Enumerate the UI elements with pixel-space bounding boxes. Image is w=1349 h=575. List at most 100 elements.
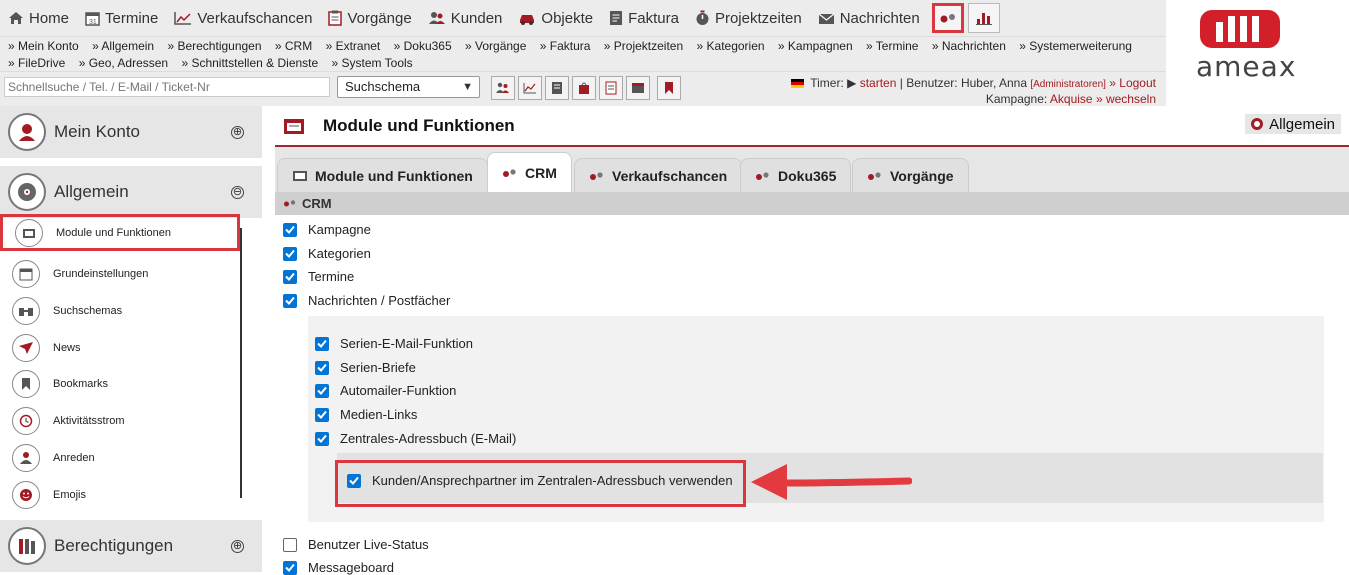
quick-link[interactable]: » Nachrichten [932, 39, 1006, 53]
checkbox-kategorien[interactable]: Kategorien [283, 246, 371, 261]
quick-link[interactable]: » Geo, Adressen [79, 56, 168, 70]
sidebar-item-module-und-funktionen[interactable]: Module und Funktionen [0, 214, 240, 251]
sidebar-item-bookmarks[interactable]: Bookmarks [0, 365, 240, 402]
quick-link[interactable]: » Projektzeiten [604, 39, 683, 53]
quick-link[interactable]: » Systemerweiterung [1019, 39, 1132, 53]
quick-search-input[interactable] [4, 77, 330, 97]
checkbox-checked[interactable] [283, 222, 297, 237]
search-invoices-button[interactable] [626, 76, 650, 100]
checkbox-unchecked[interactable] [283, 537, 297, 552]
checkbox-serien-briefe[interactable]: Serien-Briefe [315, 360, 416, 375]
sidebar-section-berechtigungen[interactable]: Berechtigungen ⊕ [0, 520, 262, 572]
search-bookmarks-button[interactable] [657, 76, 681, 100]
quick-link[interactable]: » Vorgänge [465, 39, 526, 53]
checkbox-checked[interactable] [315, 336, 329, 351]
expand-icon[interactable]: ⊕ [231, 539, 244, 553]
checkbox-nachrichten-postfaecher[interactable]: Nachrichten / Postfächer [283, 293, 450, 308]
paper-plane-icon [12, 333, 40, 362]
checkbox-checked[interactable] [315, 360, 329, 375]
checkbox-checked[interactable] [315, 431, 329, 446]
checkbox-serien-email[interactable]: Serien-E-Mail-Funktion [315, 336, 473, 351]
letter-icon [605, 81, 617, 95]
nav-termine[interactable]: 31 Termine [85, 10, 158, 27]
quick-link[interactable]: » CRM [275, 39, 312, 53]
quick-link[interactable]: » Schnittstellen & Dienste [181, 56, 318, 70]
checkbox-checked[interactable] [283, 246, 297, 261]
quick-link[interactable]: » FileDrive [8, 56, 65, 70]
logout-link[interactable]: » Logout [1109, 76, 1156, 90]
nav-objekte[interactable]: Objekte [518, 10, 593, 27]
expand-icon[interactable]: ⊕ [231, 125, 244, 139]
checkbox-checked[interactable] [315, 383, 329, 398]
quick-link[interactable]: » Berechtigungen [167, 39, 261, 53]
sidebar-item-emojis[interactable]: Emojis [0, 476, 240, 513]
checkbox-checked[interactable] [315, 407, 329, 422]
nav-verkaufschancen[interactable]: Verkaufschancen [174, 10, 312, 27]
check-icon [317, 434, 327, 443]
search-letters-button[interactable] [599, 76, 623, 100]
sidebar-item-news[interactable]: News [0, 329, 240, 366]
user-role[interactable]: [Administratoren] [1030, 79, 1106, 90]
sidebar-item-suchschemas[interactable]: Suchschemas [0, 292, 240, 329]
nav-settings-button[interactable] [931, 3, 964, 33]
sidebar-item-grundeinstellungen[interactable]: Grundeinstellungen [0, 255, 240, 292]
checkbox-checked[interactable] [283, 269, 297, 284]
home-icon [9, 12, 23, 24]
quick-link[interactable]: » Mein Konto [8, 39, 79, 53]
nav-nachrichten[interactable]: Nachrichten [818, 10, 920, 27]
tab-verkaufschancen[interactable]: Verkaufschancen [574, 158, 743, 192]
check-icon [285, 272, 295, 281]
campaign-name: Akquise [1049, 92, 1093, 106]
search-documents-button[interactable] [545, 76, 569, 100]
gears-icon [503, 168, 516, 177]
binoculars-icon [12, 296, 40, 325]
car-icon [520, 15, 535, 25]
sidebar-item-aktivitaetsstrom[interactable]: Aktivitätsstrom [0, 402, 240, 439]
tab-doku365[interactable]: Doku365 [740, 158, 852, 192]
checkbox-kampagne[interactable]: Kampagne [283, 222, 371, 237]
quick-link[interactable]: » Doku365 [394, 39, 452, 53]
checkbox-label: Benutzer Live-Status [308, 537, 429, 552]
tab-crm[interactable]: CRM [487, 152, 572, 192]
tab-vorgaenge[interactable]: Vorgänge [852, 158, 969, 192]
checkbox-label: Kunden/Ansprechpartner im Zentralen-Adre… [372, 473, 733, 488]
search-opportunities-button[interactable] [518, 76, 542, 100]
tab-module-und-funktionen[interactable]: Module und Funktionen [277, 158, 488, 192]
check-icon [317, 386, 327, 395]
quick-link[interactable]: » Allgemein [92, 39, 154, 53]
sidebar-section-allgemein[interactable]: Allgemein ⊖ [0, 166, 262, 218]
checkbox-label: Serien-E-Mail-Funktion [340, 336, 473, 351]
checkbox-kunden-im-zentralen-adressbuch[interactable]: Kunden/Ansprechpartner im Zentralen-Adre… [347, 473, 733, 488]
collapse-icon[interactable]: ⊖ [231, 185, 244, 199]
checkbox-medien-links[interactable]: Medien-Links [315, 407, 417, 422]
nav-faktura[interactable]: Faktura [609, 10, 679, 27]
scope-badge[interactable]: Allgemein [1245, 114, 1341, 134]
quick-link[interactable]: » Kampagnen [778, 39, 853, 53]
search-schema-select[interactable]: Suchschema ▼ [337, 76, 480, 98]
module-folder-icon [284, 119, 304, 134]
sidebar-item-anreden[interactable]: Anreden [0, 439, 240, 476]
quick-link[interactable]: » Kategorien [697, 39, 765, 53]
nav-kunden[interactable]: Kunden [428, 10, 502, 27]
sidebar-section-mein-konto[interactable]: Mein Konto ⊕ [0, 106, 262, 158]
timer-start-link[interactable]: starten [860, 76, 897, 90]
quick-link[interactable]: » Termine [866, 39, 918, 53]
checkbox-automailer[interactable]: Automailer-Funktion [315, 383, 456, 398]
checkbox-termine[interactable]: Termine [283, 269, 354, 284]
search-orders-button[interactable] [572, 76, 596, 100]
nav-projektzeiten[interactable]: Projektzeiten [695, 10, 802, 27]
checkbox-benutzer-live-status[interactable]: Benutzer Live-Status [283, 537, 429, 552]
quick-link[interactable]: » System Tools [332, 56, 413, 70]
quick-link[interactable]: » Faktura [540, 39, 591, 53]
nav-home[interactable]: Home [8, 10, 69, 27]
checkbox-checked[interactable] [347, 473, 361, 488]
nav-reports-button[interactable] [967, 3, 1000, 33]
search-customers-button[interactable] [491, 76, 515, 100]
nav-vorgaenge[interactable]: Vorgänge [328, 10, 412, 27]
checkbox-messageboard[interactable]: Messageboard [283, 560, 394, 575]
campaign-change-link[interactable]: » wechseln [1096, 92, 1156, 106]
checkbox-zentrales-adressbuch[interactable]: Zentrales-Adressbuch (E-Mail) [315, 431, 516, 446]
checkbox-checked[interactable] [283, 293, 297, 308]
checkbox-checked[interactable] [283, 560, 297, 575]
quick-link[interactable]: » Extranet [326, 39, 381, 53]
